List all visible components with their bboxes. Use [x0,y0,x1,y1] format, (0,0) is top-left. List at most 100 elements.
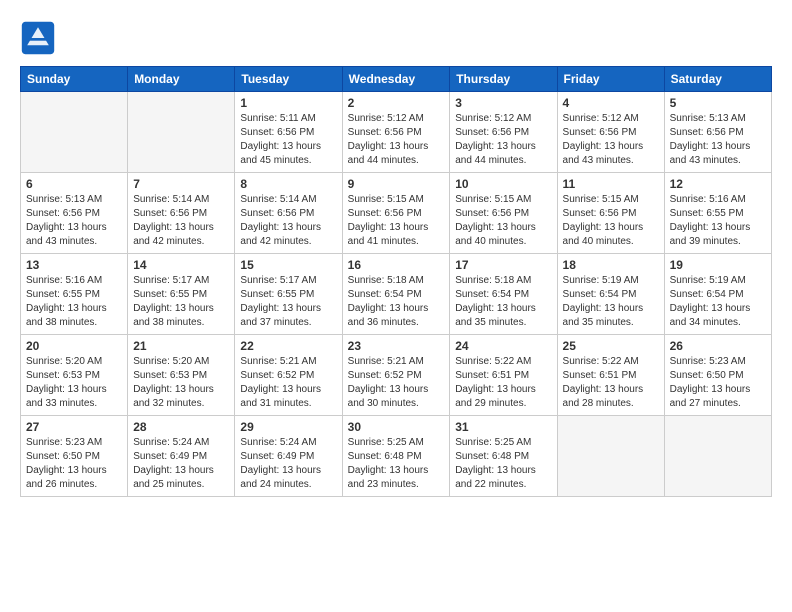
calendar-cell: 31 Sunrise: 5:25 AM Sunset: 6:48 PM Dayl… [450,416,557,497]
day-number: 16 [348,258,445,272]
day-number: 24 [455,339,551,353]
calendar-day-header: Sunday [21,67,128,92]
calendar-cell: 9 Sunrise: 5:15 AM Sunset: 6:56 PM Dayli… [342,173,450,254]
day-info: Sunrise: 5:20 AM Sunset: 6:53 PM Dayligh… [26,355,122,411]
day-info: Sunrise: 5:25 AM Sunset: 6:48 PM Dayligh… [348,436,445,492]
day-number: 1 [240,96,336,110]
calendar-cell: 13 Sunrise: 5:16 AM Sunset: 6:55 PM Dayl… [21,254,128,335]
day-number: 18 [563,258,659,272]
logo-icon [20,20,56,56]
day-number: 13 [26,258,122,272]
calendar-cell: 29 Sunrise: 5:24 AM Sunset: 6:49 PM Dayl… [235,416,342,497]
day-info: Sunrise: 5:12 AM Sunset: 6:56 PM Dayligh… [563,112,659,168]
calendar-week-row: 6 Sunrise: 5:13 AM Sunset: 6:56 PM Dayli… [21,173,772,254]
calendar-cell [557,416,664,497]
calendar-cell: 24 Sunrise: 5:22 AM Sunset: 6:51 PM Dayl… [450,335,557,416]
calendar-cell: 7 Sunrise: 5:14 AM Sunset: 6:56 PM Dayli… [128,173,235,254]
calendar-cell: 21 Sunrise: 5:20 AM Sunset: 6:53 PM Dayl… [128,335,235,416]
day-info: Sunrise: 5:12 AM Sunset: 6:56 PM Dayligh… [455,112,551,168]
day-number: 29 [240,420,336,434]
calendar-cell: 15 Sunrise: 5:17 AM Sunset: 6:55 PM Dayl… [235,254,342,335]
day-number: 7 [133,177,229,191]
calendar-day-header: Tuesday [235,67,342,92]
calendar-day-header: Friday [557,67,664,92]
day-number: 6 [26,177,122,191]
day-info: Sunrise: 5:19 AM Sunset: 6:54 PM Dayligh… [670,274,766,330]
calendar-cell: 25 Sunrise: 5:22 AM Sunset: 6:51 PM Dayl… [557,335,664,416]
day-info: Sunrise: 5:15 AM Sunset: 6:56 PM Dayligh… [348,193,445,249]
day-number: 30 [348,420,445,434]
calendar-week-row: 1 Sunrise: 5:11 AM Sunset: 6:56 PM Dayli… [21,92,772,173]
calendar-table: SundayMondayTuesdayWednesdayThursdayFrid… [20,66,772,497]
day-number: 2 [348,96,445,110]
calendar-cell: 1 Sunrise: 5:11 AM Sunset: 6:56 PM Dayli… [235,92,342,173]
day-number: 28 [133,420,229,434]
calendar-cell [128,92,235,173]
day-info: Sunrise: 5:24 AM Sunset: 6:49 PM Dayligh… [133,436,229,492]
day-info: Sunrise: 5:12 AM Sunset: 6:56 PM Dayligh… [348,112,445,168]
day-number: 23 [348,339,445,353]
calendar-cell: 28 Sunrise: 5:24 AM Sunset: 6:49 PM Dayl… [128,416,235,497]
calendar-day-header: Saturday [664,67,771,92]
calendar-cell: 26 Sunrise: 5:23 AM Sunset: 6:50 PM Dayl… [664,335,771,416]
calendar-cell: 23 Sunrise: 5:21 AM Sunset: 6:52 PM Dayl… [342,335,450,416]
day-number: 12 [670,177,766,191]
calendar-cell: 4 Sunrise: 5:12 AM Sunset: 6:56 PM Dayli… [557,92,664,173]
day-number: 20 [26,339,122,353]
calendar-cell [21,92,128,173]
calendar-cell: 27 Sunrise: 5:23 AM Sunset: 6:50 PM Dayl… [21,416,128,497]
calendar-day-header: Wednesday [342,67,450,92]
day-info: Sunrise: 5:18 AM Sunset: 6:54 PM Dayligh… [455,274,551,330]
day-number: 11 [563,177,659,191]
day-number: 22 [240,339,336,353]
day-number: 5 [670,96,766,110]
day-info: Sunrise: 5:17 AM Sunset: 6:55 PM Dayligh… [240,274,336,330]
day-number: 21 [133,339,229,353]
day-number: 17 [455,258,551,272]
calendar-header-row: SundayMondayTuesdayWednesdayThursdayFrid… [21,67,772,92]
calendar-cell: 14 Sunrise: 5:17 AM Sunset: 6:55 PM Dayl… [128,254,235,335]
day-info: Sunrise: 5:21 AM Sunset: 6:52 PM Dayligh… [348,355,445,411]
page-header [20,20,772,56]
day-number: 27 [26,420,122,434]
day-info: Sunrise: 5:22 AM Sunset: 6:51 PM Dayligh… [563,355,659,411]
logo [20,20,62,56]
calendar-cell: 11 Sunrise: 5:15 AM Sunset: 6:56 PM Dayl… [557,173,664,254]
day-number: 10 [455,177,551,191]
day-number: 3 [455,96,551,110]
calendar-cell: 17 Sunrise: 5:18 AM Sunset: 6:54 PM Dayl… [450,254,557,335]
day-info: Sunrise: 5:20 AM Sunset: 6:53 PM Dayligh… [133,355,229,411]
day-info: Sunrise: 5:11 AM Sunset: 6:56 PM Dayligh… [240,112,336,168]
calendar-week-row: 27 Sunrise: 5:23 AM Sunset: 6:50 PM Dayl… [21,416,772,497]
calendar-cell: 5 Sunrise: 5:13 AM Sunset: 6:56 PM Dayli… [664,92,771,173]
day-info: Sunrise: 5:17 AM Sunset: 6:55 PM Dayligh… [133,274,229,330]
day-number: 19 [670,258,766,272]
day-number: 8 [240,177,336,191]
day-number: 26 [670,339,766,353]
day-number: 25 [563,339,659,353]
day-number: 9 [348,177,445,191]
day-number: 31 [455,420,551,434]
calendar-cell: 12 Sunrise: 5:16 AM Sunset: 6:55 PM Dayl… [664,173,771,254]
calendar-cell: 8 Sunrise: 5:14 AM Sunset: 6:56 PM Dayli… [235,173,342,254]
day-info: Sunrise: 5:19 AM Sunset: 6:54 PM Dayligh… [563,274,659,330]
day-info: Sunrise: 5:13 AM Sunset: 6:56 PM Dayligh… [670,112,766,168]
calendar-cell [664,416,771,497]
calendar-week-row: 20 Sunrise: 5:20 AM Sunset: 6:53 PM Dayl… [21,335,772,416]
day-number: 15 [240,258,336,272]
day-info: Sunrise: 5:16 AM Sunset: 6:55 PM Dayligh… [26,274,122,330]
day-info: Sunrise: 5:14 AM Sunset: 6:56 PM Dayligh… [133,193,229,249]
calendar-cell: 22 Sunrise: 5:21 AM Sunset: 6:52 PM Dayl… [235,335,342,416]
day-info: Sunrise: 5:23 AM Sunset: 6:50 PM Dayligh… [670,355,766,411]
calendar-cell: 30 Sunrise: 5:25 AM Sunset: 6:48 PM Dayl… [342,416,450,497]
calendar-cell: 10 Sunrise: 5:15 AM Sunset: 6:56 PM Dayl… [450,173,557,254]
calendar-cell: 19 Sunrise: 5:19 AM Sunset: 6:54 PM Dayl… [664,254,771,335]
day-info: Sunrise: 5:24 AM Sunset: 6:49 PM Dayligh… [240,436,336,492]
day-info: Sunrise: 5:15 AM Sunset: 6:56 PM Dayligh… [455,193,551,249]
day-number: 4 [563,96,659,110]
day-info: Sunrise: 5:13 AM Sunset: 6:56 PM Dayligh… [26,193,122,249]
calendar-cell: 16 Sunrise: 5:18 AM Sunset: 6:54 PM Dayl… [342,254,450,335]
day-info: Sunrise: 5:18 AM Sunset: 6:54 PM Dayligh… [348,274,445,330]
day-info: Sunrise: 5:15 AM Sunset: 6:56 PM Dayligh… [563,193,659,249]
day-info: Sunrise: 5:16 AM Sunset: 6:55 PM Dayligh… [670,193,766,249]
